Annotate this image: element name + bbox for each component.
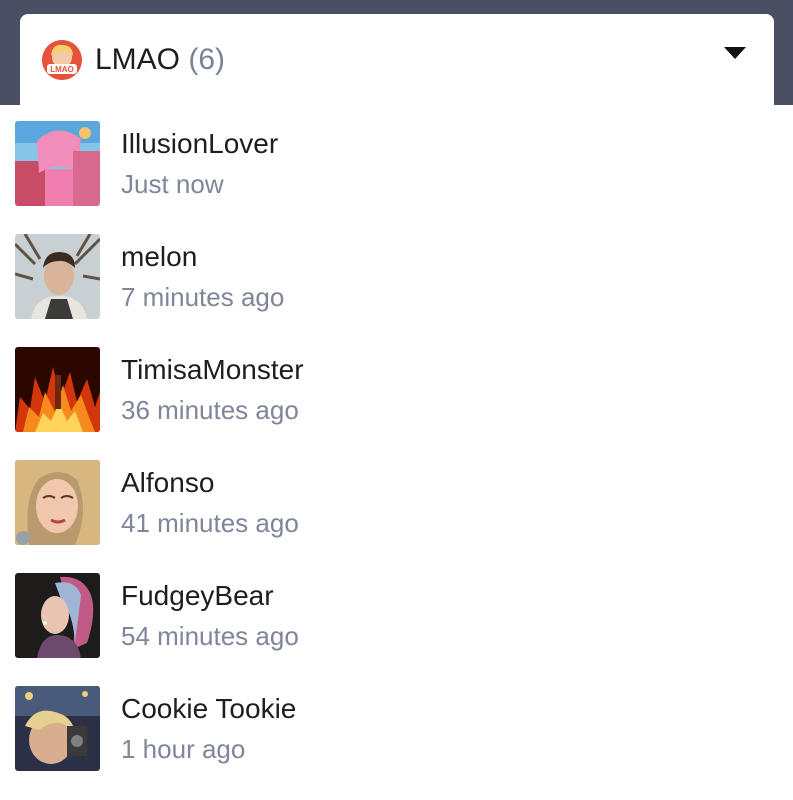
avatar (15, 686, 100, 771)
avatar (15, 347, 100, 432)
group-member-count: (6) (188, 43, 226, 76)
viewer-time: 41 minutes ago (121, 508, 299, 538)
list-item[interactable]: FudgeyBear 54 minutes ago (0, 560, 793, 673)
chevron-down-icon[interactable] (724, 47, 746, 59)
viewer-name: melon (121, 241, 198, 272)
list-item[interactable]: Alfonso 41 minutes ago (0, 447, 793, 560)
avatar (15, 460, 100, 545)
viewer-time: 54 minutes ago (121, 621, 299, 651)
viewer-list: IllusionLover Just now melon 7 minutes a… (0, 108, 793, 786)
group-title: LMAO (6) (95, 42, 225, 78)
avatar (15, 234, 100, 319)
group-name: LMAO (95, 43, 181, 76)
avatar (15, 121, 100, 206)
viewer-time: 7 minutes ago (121, 282, 285, 312)
viewer-name: Cookie Tookie (121, 693, 297, 724)
viewer-time: 36 minutes ago (121, 395, 299, 425)
avatar (15, 573, 100, 658)
group-avatar-text: LMAO (50, 65, 74, 74)
viewer-name: TimisaMonster (121, 354, 304, 385)
list-item[interactable]: Cookie Tookie 1 hour ago (0, 673, 793, 786)
viewer-name: Alfonso (121, 467, 215, 498)
viewer-name: IllusionLover (121, 128, 279, 159)
viewer-time: 1 hour ago (121, 734, 246, 764)
list-item[interactable]: TimisaMonster 36 minutes ago (0, 334, 793, 447)
group-selector[interactable]: LMAO LMAO (6) (20, 14, 774, 108)
list-item[interactable]: melon 7 minutes ago (0, 221, 793, 334)
group-avatar: LMAO (42, 40, 82, 80)
viewer-name: FudgeyBear (121, 580, 274, 611)
viewer-time: Just now (121, 169, 224, 199)
list-item[interactable]: IllusionLover Just now (0, 108, 793, 221)
